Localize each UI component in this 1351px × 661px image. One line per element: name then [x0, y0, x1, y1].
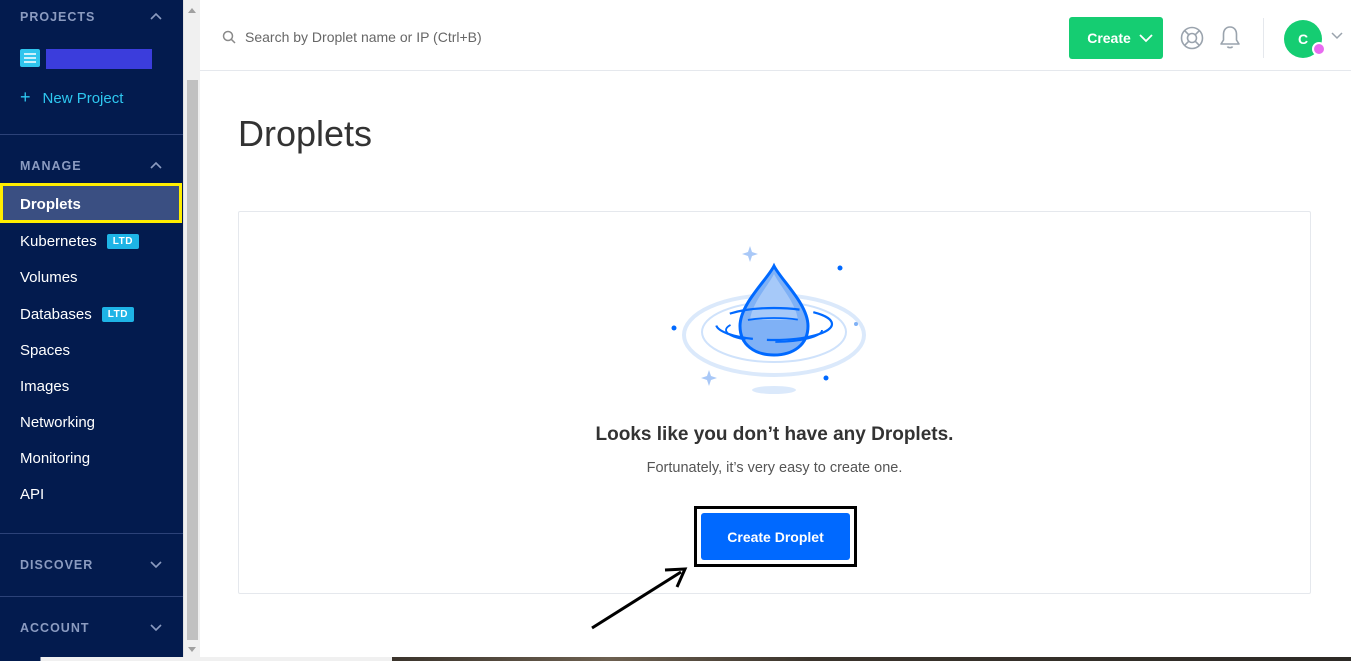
chevron-up-icon[interactable] — [149, 11, 163, 21]
header-divider — [1263, 18, 1264, 58]
droplet-illustration-icon — [671, 246, 866, 394]
chevron-down-icon[interactable] — [149, 622, 163, 632]
scrollbar-thumb[interactable] — [187, 80, 198, 640]
sidebar-item-label: Networking — [20, 414, 96, 431]
create-dropdown-button[interactable]: Create — [1069, 17, 1163, 59]
sidebar: PROJECTS + New Project MANAGE Droplets Ku… — [0, 0, 183, 661]
create-button-label: Create — [1087, 30, 1131, 46]
account-heading[interactable]: ACCOUNT — [20, 621, 90, 635]
scroll-up-arrow-icon[interactable] — [188, 8, 196, 13]
chevron-down-icon[interactable] — [1331, 32, 1343, 40]
bell-notification-icon[interactable] — [1219, 25, 1241, 50]
page-title: Droplets — [238, 113, 373, 154]
help-lifebuoy-icon[interactable] — [1180, 26, 1204, 50]
highlight-frame: Create Droplet — [694, 506, 857, 567]
empty-state-card: Looks like you don’t have any Droplets. … — [238, 211, 1311, 594]
new-project-link[interactable]: + New Project — [20, 87, 123, 108]
sidebar-item-label: Kubernetes — [20, 233, 97, 250]
sidebar-scrollbar[interactable] — [183, 0, 200, 661]
sidebar-item-label: Databases — [20, 306, 92, 323]
annotation-arrow-icon — [591, 567, 688, 630]
sidebar-item-label: API — [20, 486, 45, 503]
sidebar-item-spaces[interactable]: Spaces — [20, 342, 70, 359]
ltd-badge: LTD — [106, 234, 139, 249]
team-badge-icon — [1312, 42, 1326, 56]
sidebar-item-networking[interactable]: Networking — [20, 414, 95, 431]
sidebar-item-kubernetes[interactable]: Kubernetes LTD — [20, 233, 139, 250]
manage-heading[interactable]: MANAGE — [20, 159, 82, 173]
empty-state-heading: Looks like you don’t have any Droplets. — [595, 424, 954, 445]
sidebar-item-databases[interactable]: Databases LTD — [20, 306, 134, 323]
plus-icon: + — [20, 87, 31, 107]
sidebar-item-volumes[interactable]: Volumes — [20, 269, 78, 286]
empty-state-subtext: Fortunately, it’s very easy to create on… — [646, 460, 903, 476]
chevron-down-icon[interactable] — [149, 559, 163, 569]
scroll-down-arrow-icon[interactable] — [188, 647, 196, 652]
chevron-up-icon[interactable] — [149, 160, 163, 170]
project-icon — [20, 49, 40, 67]
chevron-down-icon — [1139, 34, 1153, 43]
sidebar-item-monitoring[interactable]: Monitoring — [20, 450, 90, 467]
search-input[interactable] — [245, 26, 645, 48]
sidebar-divider — [0, 134, 183, 135]
sidebar-item-label: Monitoring — [20, 450, 91, 467]
discover-heading[interactable]: DISCOVER — [20, 558, 93, 572]
search-icon — [222, 30, 236, 44]
sidebar-item-images[interactable]: Images — [20, 378, 69, 395]
taskbar-edge — [0, 657, 1351, 661]
sidebar-item-label: Droplets — [20, 196, 81, 213]
sidebar-divider — [0, 596, 183, 597]
projects-heading[interactable]: PROJECTS — [20, 10, 95, 24]
project-name-redacted[interactable] — [46, 49, 152, 69]
create-droplet-button[interactable]: Create Droplet — [701, 513, 850, 560]
sidebar-item-label: Volumes — [20, 269, 78, 286]
sidebar-item-droplets[interactable]: Droplets — [0, 183, 182, 223]
top-bar: Create C — [200, 0, 1351, 71]
sidebar-item-api[interactable]: API — [20, 486, 44, 503]
sidebar-divider — [0, 533, 183, 534]
sidebar-item-label: Spaces — [20, 342, 71, 359]
sidebar-item-label: Images — [20, 378, 70, 395]
ltd-badge: LTD — [101, 307, 134, 322]
